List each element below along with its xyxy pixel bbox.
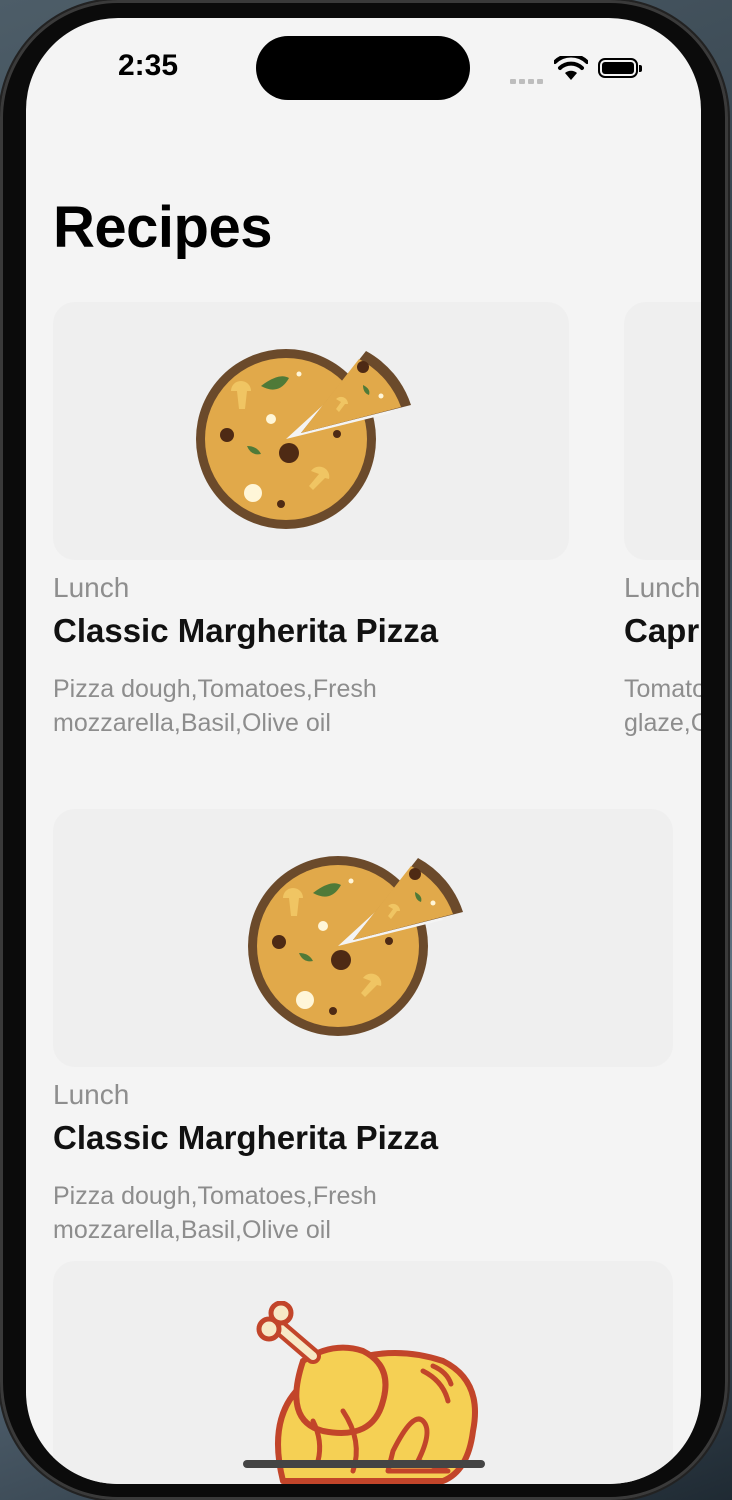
recipe-card[interactable] (53, 1261, 673, 1484)
recipe-ingredients: Pizza dough,Tomatoes,Fresh mozzarella,Ba… (53, 675, 377, 737)
recipe-card[interactable]: Lunch Classic Margherita Pizza Pizza dou… (53, 302, 569, 747)
wifi-icon (554, 56, 588, 80)
pizza-icon (196, 349, 411, 529)
dynamic-island (256, 36, 470, 100)
recipe-image (53, 1261, 673, 1484)
roast-chicken-icon (256, 1301, 478, 1484)
recipe-image (624, 302, 701, 560)
pizza-icon (248, 856, 463, 1036)
home-indicator[interactable] (243, 1460, 485, 1468)
app-screen: 2:35 Recipes Lunch Classic Margherita Pi… (26, 18, 701, 1484)
page-title: Recipes (53, 195, 272, 260)
recipe-image (53, 809, 673, 1067)
recipe-name: Capr (624, 612, 700, 649)
recipe-ingredients: Tomato glaze,C (624, 675, 701, 737)
cellular-signal-icon (510, 71, 546, 89)
recipe-category: Lunch (53, 572, 130, 603)
recipe-card[interactable]: Lunch Classic Margherita Pizza Pizza dou… (53, 809, 673, 1254)
recipe-image (53, 302, 569, 560)
recipe-category: Lunch (53, 1079, 130, 1110)
recipe-category: Lunch (624, 572, 701, 603)
recipe-name: Classic Margherita Pizza (53, 1119, 439, 1156)
battery-icon (598, 58, 642, 78)
recipe-name: Classic Margherita Pizza (53, 612, 439, 649)
status-time: 2:35 (118, 49, 179, 82)
recipe-card[interactable]: Lunch Capr Tomato glaze,C (624, 302, 701, 747)
recipe-ingredients: Pizza dough,Tomatoes,Fresh mozzarella,Ba… (53, 1182, 377, 1244)
